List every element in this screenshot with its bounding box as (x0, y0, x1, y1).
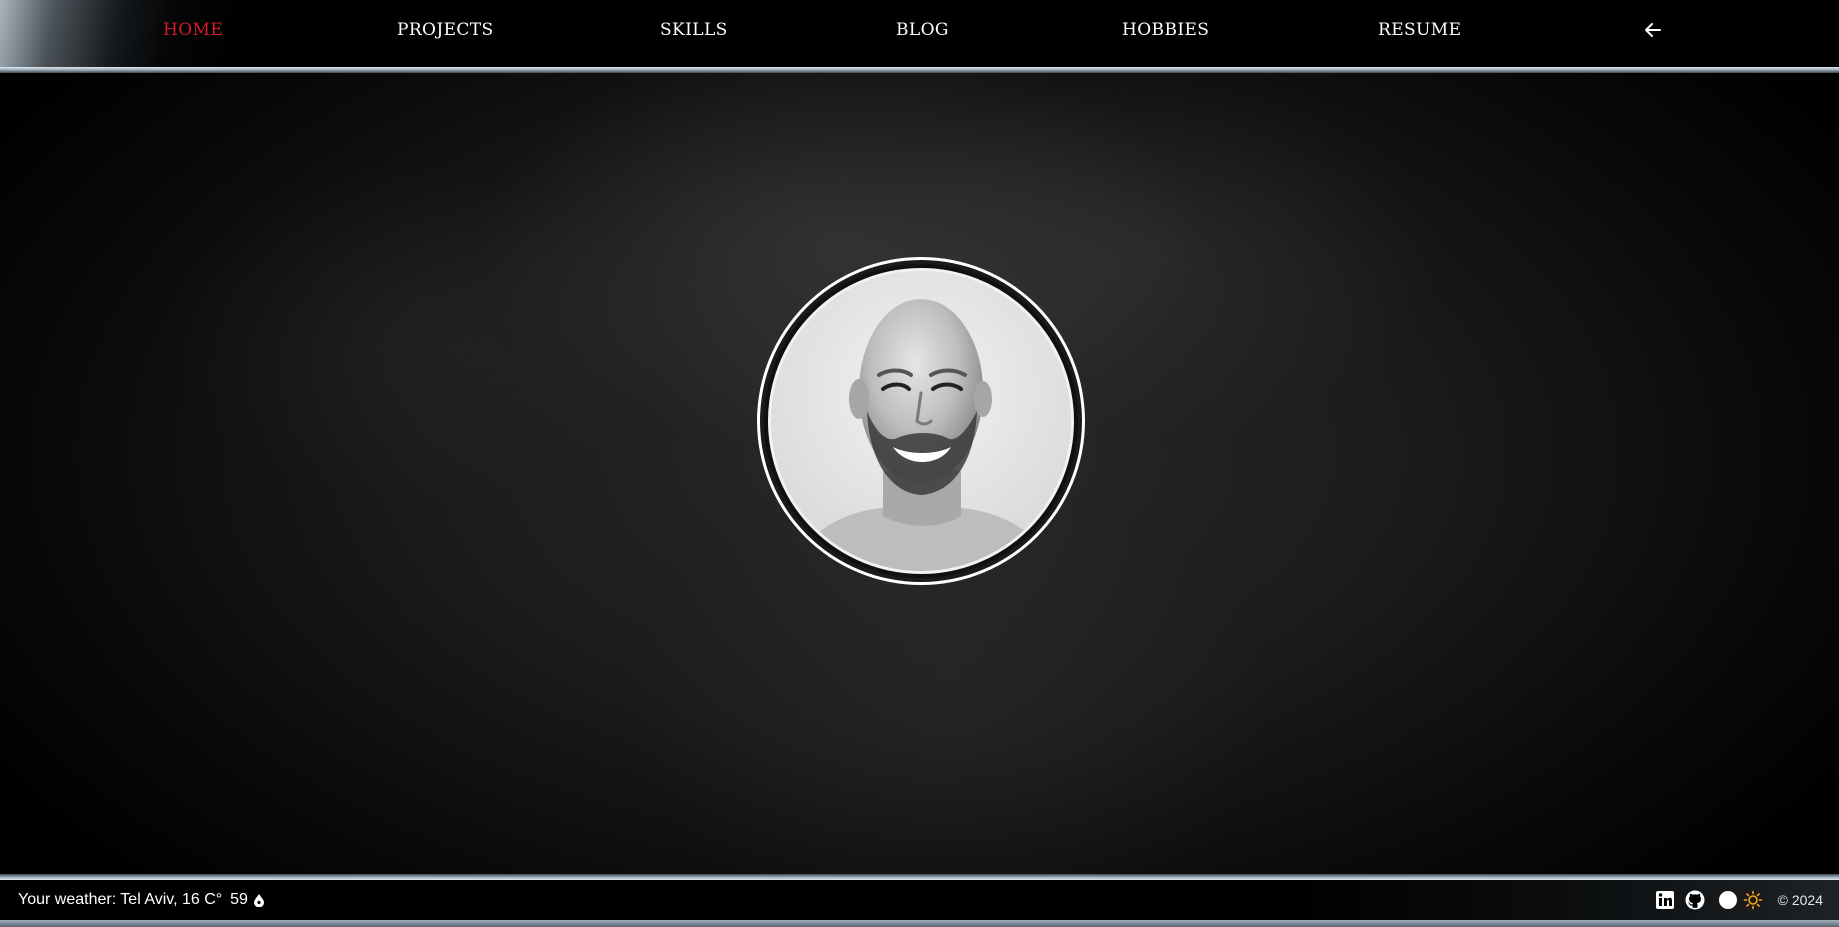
linkedin-icon[interactable] (1655, 890, 1675, 910)
weather-label: Your weather: Tel Aviv, 16 C° (18, 891, 223, 908)
hero-section (0, 73, 1839, 875)
drop-icon (253, 894, 264, 907)
moon-icon (276, 895, 282, 905)
footer: Your weather: Tel Aviv, 16 C° 59 © 2024 (0, 880, 1839, 920)
nav-item-hobbies[interactable]: HOBBIES (1122, 20, 1209, 40)
toggle-knob (1718, 891, 1737, 909)
nav-item-resume[interactable]: RESUME (1378, 20, 1461, 40)
github-icon[interactable] (1685, 890, 1705, 910)
copyright: © 2024 (1777, 892, 1823, 908)
nav-item-blog[interactable]: BLOG (896, 20, 949, 40)
nav-item-projects[interactable]: PROJECTS (397, 20, 494, 40)
footer-actions: © 2024 (1645, 889, 1823, 911)
nav-item-skills[interactable]: SKILLS (660, 20, 728, 40)
air-quality-value: 59 (230, 891, 248, 908)
avatar (760, 260, 1082, 582)
weather-widget: Your weather: Tel Aviv, 16 C° 59 (18, 891, 285, 909)
nav-item-home[interactable]: HOME (163, 20, 223, 40)
profile-portrait (771, 271, 1071, 571)
profile-photo (768, 268, 1074, 574)
footer-bottom-bar (0, 920, 1839, 927)
arrow-left-icon[interactable] (1643, 20, 1663, 40)
sun-icon (1743, 890, 1762, 910)
theme-toggle[interactable] (1715, 889, 1766, 911)
top-navbar: HOME PROJECTS SKILLS BLOG HOBBIES RESUME (0, 0, 1839, 67)
